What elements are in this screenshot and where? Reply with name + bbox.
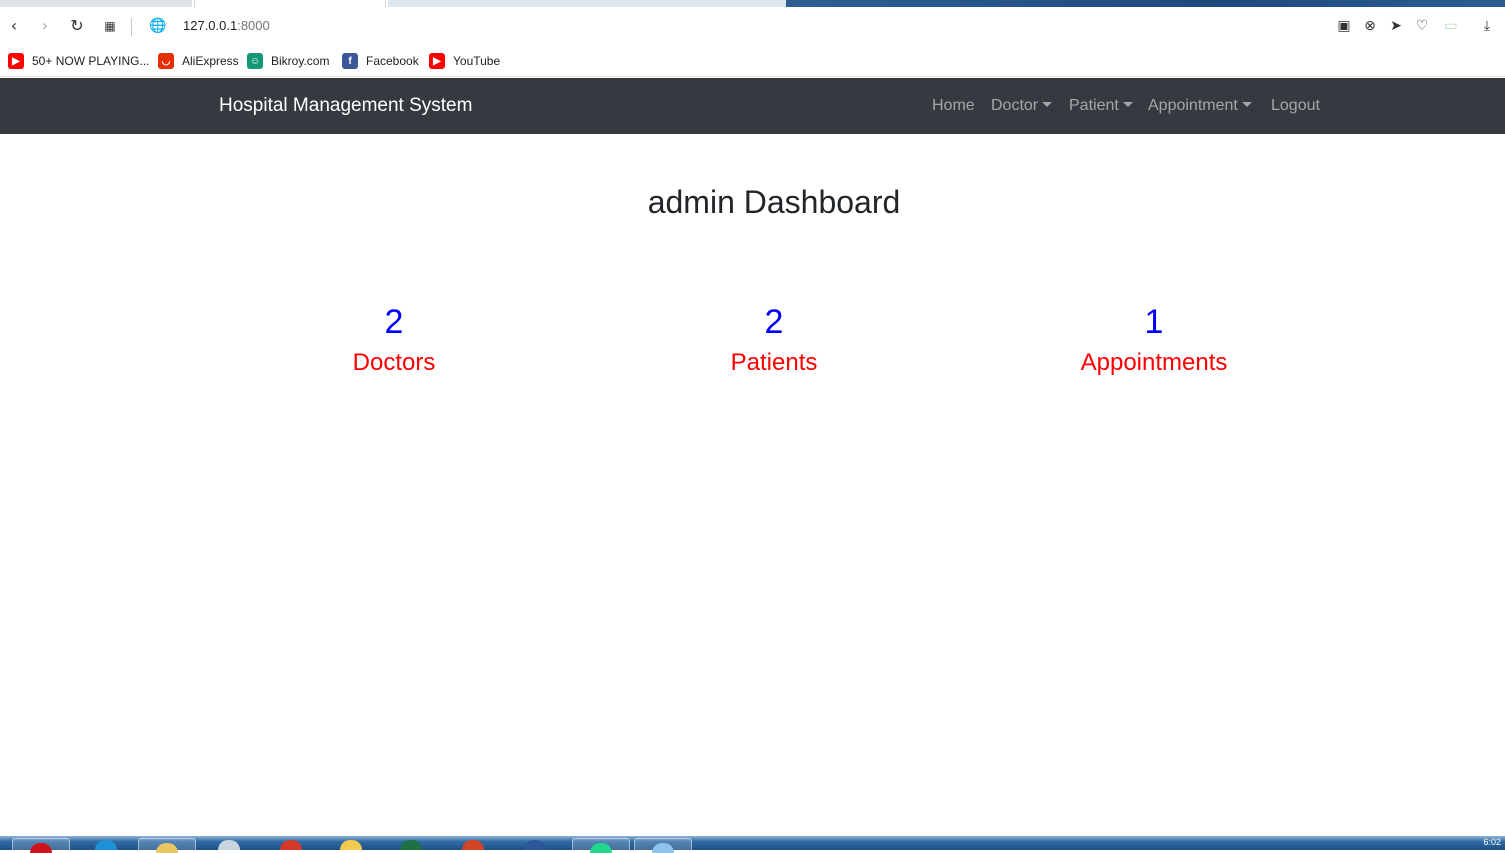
- nav-patient-label: Patient: [1069, 97, 1119, 114]
- caret-down-icon: [1122, 102, 1133, 107]
- bookmarks-bar: ▶ 50+ NOW PLAYING... ◡ AliExpress ☺ Bikr…: [0, 46, 1505, 77]
- pycharm-icon: [590, 843, 612, 853]
- speed-dial-grid-icon[interactable]: ▦: [100, 16, 120, 36]
- word-icon[interactable]: [524, 840, 546, 850]
- nav-logout-link[interactable]: Logout: [1271, 97, 1320, 115]
- page-title: admin Dashboard: [647, 184, 901, 220]
- window-title-area: [786, 0, 1505, 7]
- toolbar-divider: [131, 18, 132, 36]
- bookmark-bikroy[interactable]: ☺ Bikroy.com: [247, 52, 329, 70]
- download-icon[interactable]: ⤓: [1478, 16, 1496, 36]
- stat-label: Appointments: [1080, 349, 1228, 376]
- url-host: 127.0.0.1: [183, 18, 238, 33]
- browser-tab[interactable]: [0, 0, 192, 7]
- adblock-icon[interactable]: ⊗: [1361, 16, 1379, 36]
- nav-appointment-dropdown[interactable]: Appointment: [1148, 97, 1252, 115]
- nav-home-label: Home: [932, 97, 975, 114]
- bookmark-label: AliExpress: [182, 54, 239, 68]
- facebook-icon: f: [342, 53, 358, 69]
- folder-icon: [156, 843, 178, 853]
- taskbar-clock[interactable]: 6:02: [1483, 837, 1501, 847]
- taskbar-opera-button[interactable]: [12, 838, 70, 853]
- bookmark-label: 50+ NOW PLAYING...: [32, 54, 150, 68]
- ie-icon[interactable]: [95, 840, 117, 850]
- heart-icon[interactable]: ♡: [1413, 16, 1431, 36]
- bookmark-youtube[interactable]: ▶ YouTube: [429, 52, 500, 70]
- window-icon: [652, 843, 674, 853]
- nav-patient-dropdown[interactable]: Patient: [1069, 97, 1133, 115]
- url-port: :8000: [237, 18, 270, 33]
- bookmark-label: Bikroy.com: [271, 54, 330, 68]
- globe-icon: 🌐: [149, 18, 167, 34]
- stat-label: Patients: [730, 349, 818, 376]
- os-taskbar: 6:02: [0, 836, 1505, 853]
- powerpoint-icon[interactable]: [462, 840, 484, 850]
- bikroy-icon: ☺: [247, 53, 263, 69]
- bookmark-now-playing[interactable]: ▶ 50+ NOW PLAYING...: [8, 52, 149, 70]
- taskbar-window-button[interactable]: [634, 838, 692, 853]
- taskbar-explorer-button[interactable]: [138, 838, 196, 853]
- taskbar-pycharm-button[interactable]: [572, 838, 630, 853]
- bookmark-facebook[interactable]: f Facebook: [342, 52, 419, 70]
- youtube-icon: ▶: [429, 53, 445, 69]
- send-icon[interactable]: ➤: [1387, 16, 1405, 36]
- toolbar-right-icons: ▣ ⊗ ➤ ♡ ▭ ⤓: [1330, 16, 1505, 38]
- browser-tab-active[interactable]: [194, 0, 386, 7]
- stat-label: Doctors: [352, 349, 436, 376]
- excel-icon[interactable]: [400, 840, 422, 850]
- stat-count: 2: [384, 303, 404, 341]
- navbar-links: Home Doctor Patient Appointment Logout: [0, 97, 1505, 117]
- nav-logout-label: Logout: [1271, 97, 1320, 114]
- stat-card-doctors: 2 Doctors: [204, 300, 584, 382]
- bookmark-label: YouTube: [453, 54, 501, 68]
- camera-icon[interactable]: ▣: [1335, 16, 1353, 36]
- browser-tab-strip: [0, 0, 1505, 8]
- aliexpress-icon: ◡: [158, 53, 174, 69]
- browser-toolbar: ‹ › ↻ ▦ 🌐 127.0.0.1:8000 ▣ ⊗ ➤ ♡ ▭ ⤓: [0, 8, 1505, 46]
- nav-appointment-label: Appointment: [1148, 97, 1238, 114]
- stat-count: 2: [764, 303, 784, 341]
- extension-icon[interactable]: ▭: [1442, 16, 1460, 36]
- opera-icon: [30, 843, 52, 853]
- nav-doctor-label: Doctor: [991, 97, 1039, 114]
- nav-home-link[interactable]: Home: [932, 97, 975, 115]
- nav-doctor-dropdown[interactable]: Doctor: [991, 97, 1053, 115]
- back-arrow-icon[interactable]: ‹: [4, 16, 24, 36]
- address-bar-url[interactable]: 127.0.0.1:8000: [183, 18, 270, 33]
- bookmark-label: Facebook: [366, 54, 419, 68]
- reload-icon[interactable]: ↻: [67, 16, 87, 36]
- youtube-icon: ▶: [8, 53, 24, 69]
- stat-card-patients: 2 Patients: [584, 300, 964, 382]
- app-icon[interactable]: [218, 840, 240, 850]
- caret-down-icon: [1042, 102, 1053, 107]
- caret-down-icon: [1241, 102, 1252, 107]
- forward-arrow-icon[interactable]: ›: [35, 16, 55, 36]
- app-navbar: Hospital Management System Home Doctor P…: [0, 78, 1505, 134]
- bookmark-aliexpress[interactable]: ◡ AliExpress: [158, 52, 239, 70]
- browser-tab[interactable]: [388, 0, 786, 7]
- chrome-icon[interactable]: [280, 840, 302, 850]
- stat-card-appointments: 1 Appointments: [964, 300, 1344, 382]
- app-icon[interactable]: [340, 840, 362, 850]
- stat-count: 1: [1144, 303, 1164, 341]
